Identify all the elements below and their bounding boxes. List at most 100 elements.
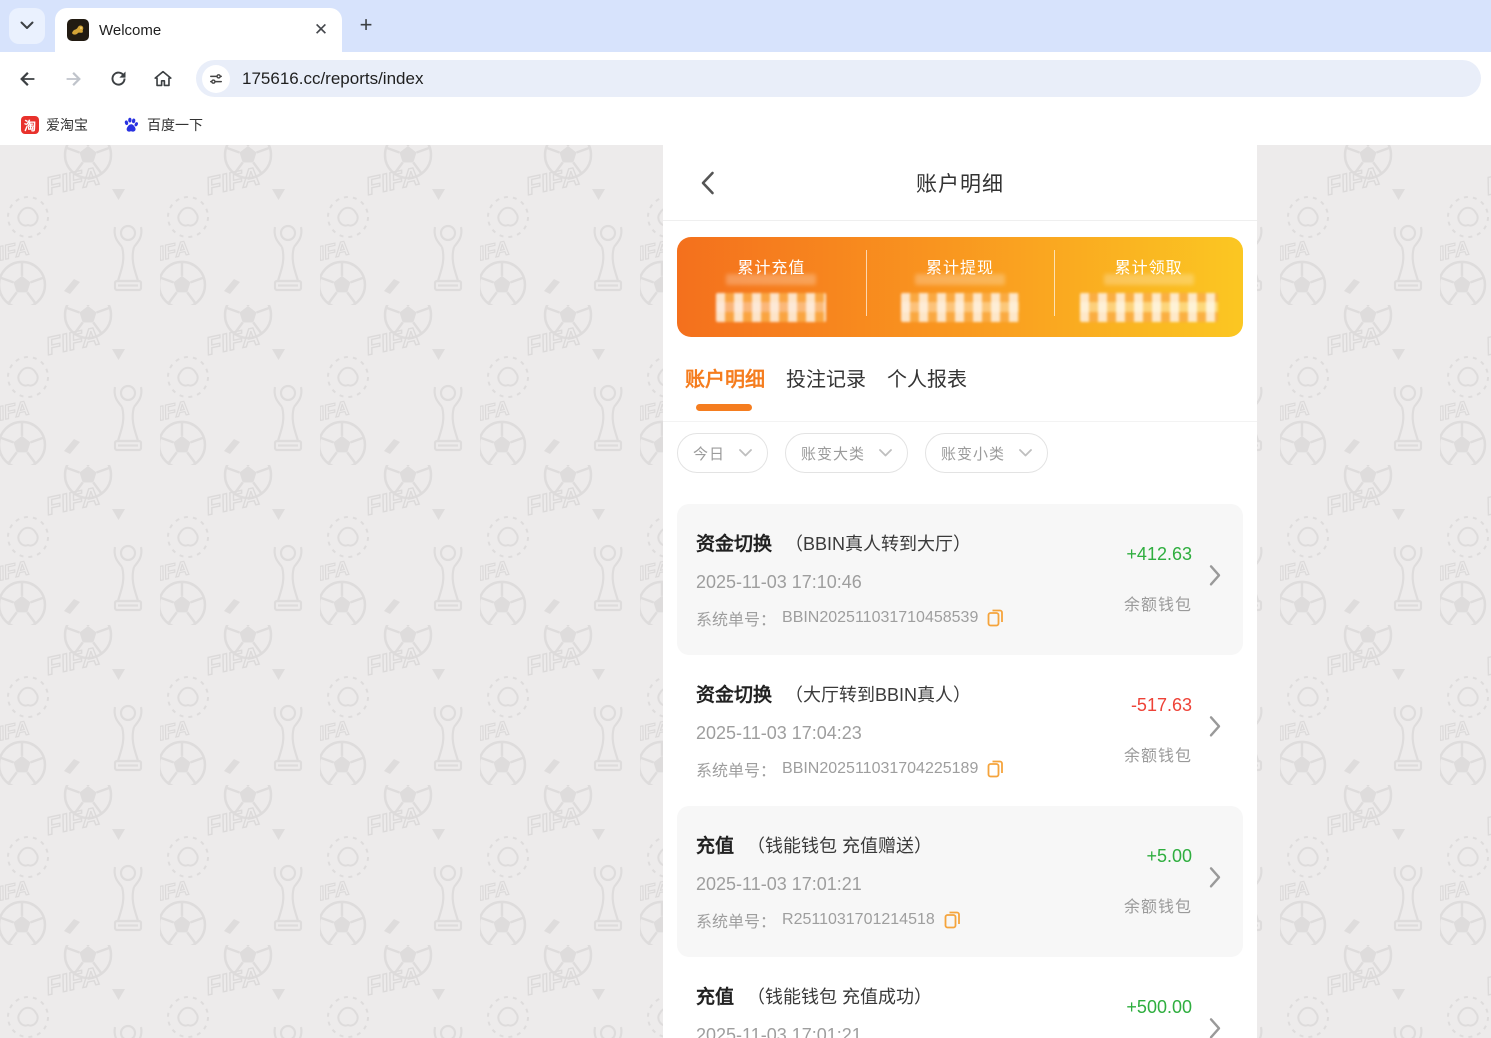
transaction-title: 资金切换 （大厅转到BBIN真人）	[696, 680, 1103, 707]
order-label: 系统单号：	[696, 612, 777, 629]
tab-title: Welcome	[99, 21, 162, 39]
transaction-subtitle: （大厅转到BBIN真人）	[785, 685, 972, 705]
account-detail-panel: 账户明细 累计充值 累计提现 累计领取 账户明细 投注记录 个人报表 今日 账变…	[663, 145, 1257, 1038]
bookmarks-bar: 淘 爱淘宝 百度一下	[0, 105, 1491, 145]
transaction-side: +5.00 余额钱包	[1124, 806, 1192, 957]
transaction-row[interactable]: 充值 （钱能钱包 充值成功） 2025-11-03 17:01:21 系统单号：…	[677, 957, 1243, 1038]
transaction-type: 资金切换	[696, 685, 773, 706]
filter-label: 账变大类	[801, 445, 866, 463]
page-title: 账户明细	[916, 172, 1004, 196]
summary-total-deposit: 累计充值	[677, 237, 866, 337]
filter-major-category-dropdown[interactable]: 账变大类	[785, 433, 909, 473]
transaction-subtitle: （BBIN真人转到大厅）	[785, 534, 972, 554]
transaction-list: 资金切换 （BBIN真人转到大厅） 2025-11-03 17:10:46 系统…	[663, 490, 1257, 1038]
order-number: BBIN202511031704225189	[782, 760, 979, 777]
transaction-row[interactable]: 资金切换 （BBIN真人转到大厅） 2025-11-03 17:10:46 系统…	[677, 504, 1243, 655]
tab-bet-records[interactable]: 投注记录	[786, 363, 866, 392]
censored-value	[716, 293, 827, 322]
transaction-type: 充值	[696, 987, 735, 1008]
chevron-left-icon	[701, 171, 714, 195]
tab-personal-report[interactable]: 个人报表	[887, 363, 967, 392]
transaction-datetime: 2025-11-03 17:01:21	[696, 874, 862, 894]
order-label: 系统单号：	[696, 914, 777, 931]
transaction-order-line: 系统单号： BBIN202511031710458539	[696, 606, 1103, 630]
transaction-title: 资金切换 （BBIN真人转到大厅）	[696, 529, 1103, 556]
transaction-amount: +500.00	[1126, 997, 1192, 1017]
forward-button[interactable]	[56, 62, 90, 96]
order-label: 系统单号：	[696, 763, 777, 780]
censored-value	[1079, 293, 1218, 322]
summary-label: 累计提现	[926, 260, 995, 277]
back-chevron-button[interactable]	[693, 169, 721, 197]
transaction-amount: -517.63	[1130, 695, 1192, 715]
transaction-subtitle: （钱能钱包 充值赠送）	[747, 836, 933, 856]
tab-account-detail[interactable]: 账户明细	[685, 363, 765, 392]
summary-label: 累计充值	[737, 260, 806, 277]
active-tab-underline	[696, 404, 752, 411]
reload-button[interactable]	[101, 62, 135, 96]
url-bar[interactable]: 175616.cc/reports/index	[196, 60, 1481, 97]
summary-total-claim: 累计领取	[1054, 237, 1243, 337]
bookmark-label: 爱淘宝	[46, 117, 88, 133]
chevron-down-icon	[1019, 449, 1032, 457]
home-icon	[154, 70, 172, 86]
browser-tab[interactable]: Welcome ✕	[55, 8, 342, 52]
chevron-right-icon	[1209, 715, 1221, 742]
copy-icon[interactable]	[944, 911, 961, 929]
filter-label: 账变小类	[941, 445, 1006, 463]
transaction-row[interactable]: 充值 （钱能钱包 充值赠送） 2025-11-03 17:01:21 系统单号：…	[677, 806, 1243, 957]
site-settings-icon[interactable]	[202, 64, 230, 93]
transaction-amount: +5.00	[1146, 846, 1192, 866]
browser-tab-strip: Welcome ✕ +	[0, 0, 1491, 52]
order-number: R2511031701214518	[782, 911, 935, 928]
taobao-icon: 淘	[21, 116, 39, 134]
back-button[interactable]	[11, 62, 45, 96]
wallet-name: 余额钱包	[1123, 899, 1192, 916]
filter-label: 今日	[693, 445, 726, 463]
copy-icon[interactable]	[987, 609, 1004, 627]
close-tab-icon[interactable]: ✕	[312, 21, 330, 39]
chevron-right-icon	[1209, 866, 1221, 893]
bookmark-label: 百度一下	[147, 117, 203, 133]
summary-total-withdraw: 累计提现	[865, 237, 1055, 337]
transaction-subtitle: （钱能钱包 充值成功）	[747, 987, 933, 1007]
transaction-row[interactable]: 资金切换 （大厅转到BBIN真人） 2025-11-03 17:04:23 系统…	[677, 655, 1243, 806]
chevron-right-icon	[1209, 564, 1221, 591]
url-text: 175616.cc/reports/index	[242, 68, 424, 88]
transaction-datetime: 2025-11-03 17:04:23	[696, 723, 862, 743]
filter-minor-category-dropdown[interactable]: 账变小类	[925, 433, 1049, 473]
summary-card: 累计充值 累计提现 累计领取	[677, 237, 1243, 337]
wallet-name: 余额钱包	[1123, 597, 1192, 614]
censored-value	[901, 293, 1019, 322]
transaction-title: 充值 （钱能钱包 充值赠送）	[696, 831, 1103, 858]
transaction-order-line: 系统单号： BBIN202511031704225189	[696, 757, 1103, 781]
chevron-down-icon	[879, 449, 892, 457]
transaction-side: +412.63 余额钱包	[1124, 504, 1192, 655]
transaction-type: 充值	[696, 836, 735, 857]
wallet-name: 余额钱包	[1123, 748, 1192, 765]
filter-date-dropdown[interactable]: 今日	[677, 433, 769, 473]
transaction-side: +500.00 余额钱包	[1124, 957, 1192, 1038]
back-arrow-icon	[20, 71, 35, 86]
bookmark-taobao[interactable]: 淘 爱淘宝	[15, 111, 94, 139]
reload-icon	[111, 71, 126, 86]
chevron-down-icon	[739, 449, 752, 457]
filter-row: 今日 账变大类 账变小类	[663, 422, 1257, 490]
transaction-title: 充值 （钱能钱包 充值成功）	[696, 982, 1103, 1009]
chevron-right-icon	[1209, 1017, 1221, 1038]
transaction-datetime: 2025-11-03 17:01:21	[696, 1025, 862, 1038]
summary-label: 累计领取	[1114, 260, 1183, 277]
chevron-down-icon	[20, 17, 34, 35]
transaction-amount: +412.63	[1126, 544, 1192, 564]
home-button[interactable]	[146, 62, 180, 96]
page-content: FIFA FIFA 账户明细 累计充值 累计提现	[0, 145, 1491, 1038]
browser-toolbar: 175616.cc/reports/index	[0, 52, 1491, 105]
bookmark-baidu[interactable]: 百度一下	[116, 111, 209, 139]
transaction-side: -517.63 余额钱包	[1124, 655, 1192, 806]
tab-search-button[interactable]	[9, 8, 45, 44]
new-tab-button[interactable]: +	[352, 12, 380, 40]
copy-icon[interactable]	[987, 760, 1004, 778]
panel-header: 账户明细	[663, 145, 1257, 221]
baidu-icon	[122, 116, 140, 134]
site-favicon-icon	[67, 19, 89, 41]
